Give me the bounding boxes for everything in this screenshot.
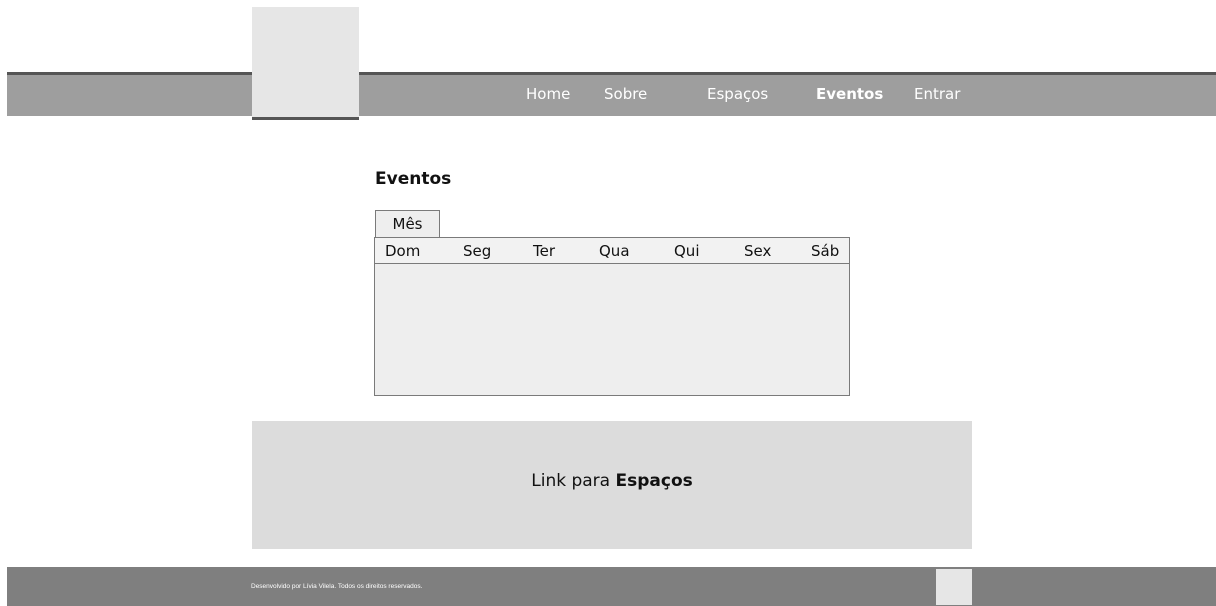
nav-item-home[interactable]: Home (526, 85, 570, 103)
link-to-espacos[interactable]: Link para Espaços (252, 471, 972, 491)
nav-item-entrar[interactable]: Entrar (914, 85, 960, 103)
logo-placeholder[interactable] (252, 7, 359, 120)
day-label-sab: Sáb (811, 242, 840, 260)
footer-logo-placeholder (936, 569, 972, 605)
nav-item-eventos[interactable]: Eventos (816, 85, 883, 103)
link-target: Espaços (615, 471, 693, 491)
link-panel: Link para Espaços (252, 421, 972, 549)
day-label-qui: Qui (674, 242, 700, 260)
day-label-dom: Dom (385, 242, 421, 260)
calendar: Dom Seg Ter Qua Qui Sex Sáb (374, 237, 850, 396)
calendar-body[interactable] (375, 265, 849, 395)
day-label-ter: Ter (533, 242, 556, 260)
footer-credits: Desenvolvido por Lívia Vilela. Todos os … (251, 583, 423, 590)
footer: Desenvolvido por Lívia Vilela. Todos os … (7, 567, 1216, 606)
tab-month[interactable]: Mês (375, 210, 440, 237)
link-prefix: Link para (531, 471, 616, 491)
nav-item-espacos[interactable]: Espaços (707, 85, 768, 103)
day-label-sex: Sex (744, 242, 772, 260)
page-title: Eventos (375, 169, 452, 189)
calendar-header: Dom Seg Ter Qua Qui Sex Sáb (375, 238, 849, 264)
day-label-seg: Seg (463, 242, 492, 260)
nav-item-sobre[interactable]: Sobre (604, 85, 647, 103)
day-label-qua: Qua (599, 242, 630, 260)
